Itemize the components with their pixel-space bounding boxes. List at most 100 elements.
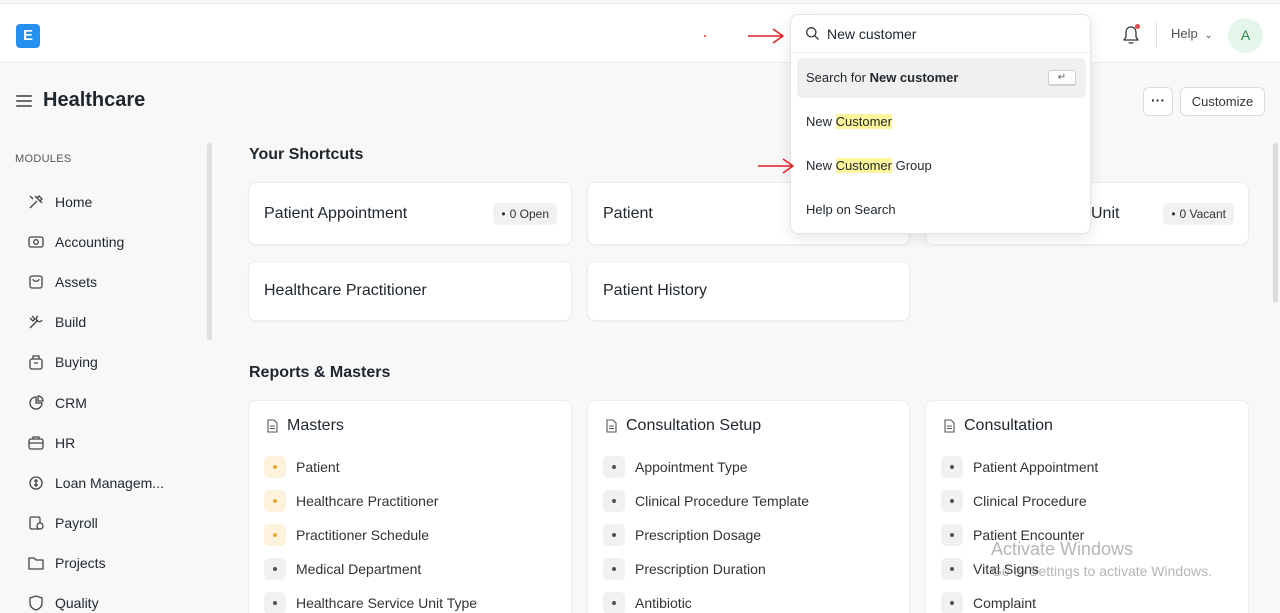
bullet-icon [603,592,625,613]
list-item[interactable]: Healthcare Service Unit Type [264,592,477,613]
status-badge: 0 Vacant [1163,202,1234,225]
enter-key-icon: ↵ [1048,70,1076,86]
sidebar-item-label: Quality [55,595,99,611]
list-item[interactable]: Complaint [941,592,1036,613]
shortcut-patient-appointment[interactable]: Patient Appointment 0 Open [248,182,572,245]
list-item[interactable]: Clinical Procedure [941,490,1087,512]
customize-button[interactable]: Customize [1180,87,1265,116]
tools-icon [29,195,43,209]
reports-heading: Reports & Masters [249,364,391,381]
wrench-icon [29,315,43,329]
shortcut-label: Patient [603,204,653,222]
card-title: Masters [265,417,344,435]
search-result-search-for[interactable]: Search for New customer ↵ [797,58,1086,98]
activate-windows-subtext: Go to Settings to activate Windows. [991,563,1212,579]
search-input[interactable] [827,24,1077,44]
bullet-icon [941,558,963,580]
shield-icon [29,595,43,611]
sidebar-item-payroll[interactable]: Payroll [27,511,98,535]
bullet-icon [264,558,286,580]
bullet-icon [941,524,963,546]
chart-pie-icon [29,395,44,410]
loan-icon [29,476,43,490]
menu-toggle-icon[interactable] [16,95,32,107]
list-item[interactable]: Prescription Duration [603,558,766,580]
list-item[interactable]: Clinical Procedure Template [603,490,809,512]
shortcut-label: Patient Appointment [264,204,408,222]
help-dropdown[interactable]: Help ⌄ [1171,26,1213,41]
sidebar-section-label: MODULES [15,153,72,165]
search-icon [806,27,819,40]
shortcut-patient-history[interactable]: Patient History [587,261,910,321]
bullet-icon [603,490,625,512]
list-item[interactable]: Patient Appointment [941,456,1098,478]
card-masters: Masters Patient Healthcare Practitioner … [248,400,572,613]
navbar-divider [1156,22,1157,48]
page-scrollbar[interactable] [1273,143,1278,303]
sidebar-item-home[interactable]: Home [27,190,92,214]
payroll-icon [29,516,44,530]
shortcut-label: Unit [1091,204,1120,222]
sidebar-item-label: Build [55,314,87,330]
search-result-new-customer-group[interactable]: New Customer Group [797,146,1086,186]
bullet-icon [603,456,625,478]
list-item[interactable]: Prescription Dosage [603,524,761,546]
box-icon [29,275,43,289]
list-item[interactable]: Appointment Type [603,456,748,478]
notification-dot [1135,24,1140,29]
more-options-button[interactable]: ··· [1143,87,1173,116]
card-title: Consultation [942,417,1053,435]
bullet-icon [264,592,286,613]
sidebar-item-assets[interactable]: Assets [27,270,97,294]
sidebar-item-crm[interactable]: CRM [27,391,87,415]
bullet-icon [264,490,286,512]
sidebar-scrollbar[interactable] [207,143,212,340]
avatar[interactable]: A [1228,18,1263,53]
status-badge: 0 Open [493,202,557,225]
sidebar-item-buying[interactable]: Buying [27,350,98,374]
sidebar-item-quality[interactable]: Quality [27,591,99,613]
card-consultation: Consultation Patient Appointment Clinica… [925,400,1249,613]
app-logo[interactable]: E [16,24,40,48]
sidebar-item-label: HR [55,435,76,451]
search-result-help[interactable]: Help on Search [797,190,1086,230]
list-item[interactable]: Patient [264,456,340,478]
bullet-icon [603,524,625,546]
sidebar-item-projects[interactable]: Projects [27,551,106,575]
notification-bell-icon[interactable] [1121,24,1141,46]
document-icon [267,419,278,433]
document-icon [606,419,617,433]
activate-windows-watermark: Activate Windows [991,539,1134,559]
sidebar-item-loan-management[interactable]: Loan Managem... [27,471,164,495]
search-result-new-customer[interactable]: New Customer [797,102,1086,142]
page-title: Healthcare [43,89,146,111]
shortcut-healthcare-practitioner[interactable]: Healthcare Practitioner [248,261,572,321]
list-item[interactable]: Medical Department [264,558,421,580]
sidebar-item-build[interactable]: Build [27,310,86,334]
sidebar-item-label: Projects [55,555,106,571]
document-icon [944,419,955,433]
annotation-arrow-icon [748,28,784,44]
bullet-icon [264,524,286,546]
shortcut-label: Patient History [603,282,708,299]
awesomebar-dropdown: Search for New customer ↵ New Customer N… [790,14,1091,234]
bullet-icon [941,592,963,613]
sidebar-item-label: Buying [55,354,98,370]
annotation-arrow-icon [758,158,794,174]
sidebar-item-label: Home [55,194,93,210]
folder-icon [28,557,44,570]
bullet-icon [603,558,625,580]
sidebar-item-label: Assets [55,274,98,290]
sidebar-item-label: CRM [55,395,87,411]
list-item[interactable]: Practitioner Schedule [264,524,429,546]
bag-icon [29,355,43,370]
shortcut-label: Healthcare Practitioner [264,282,427,299]
list-item[interactable]: Healthcare Practitioner [264,490,438,512]
bullet-icon [264,456,286,478]
shortcuts-heading: Your Shortcuts [249,146,364,163]
list-item[interactable]: Antibiotic [603,592,692,613]
sidebar-item-accounting[interactable]: Accounting [27,230,124,254]
money-icon [28,236,44,248]
help-label: Help [1171,26,1198,41]
sidebar-item-hr[interactable]: HR [27,431,75,455]
